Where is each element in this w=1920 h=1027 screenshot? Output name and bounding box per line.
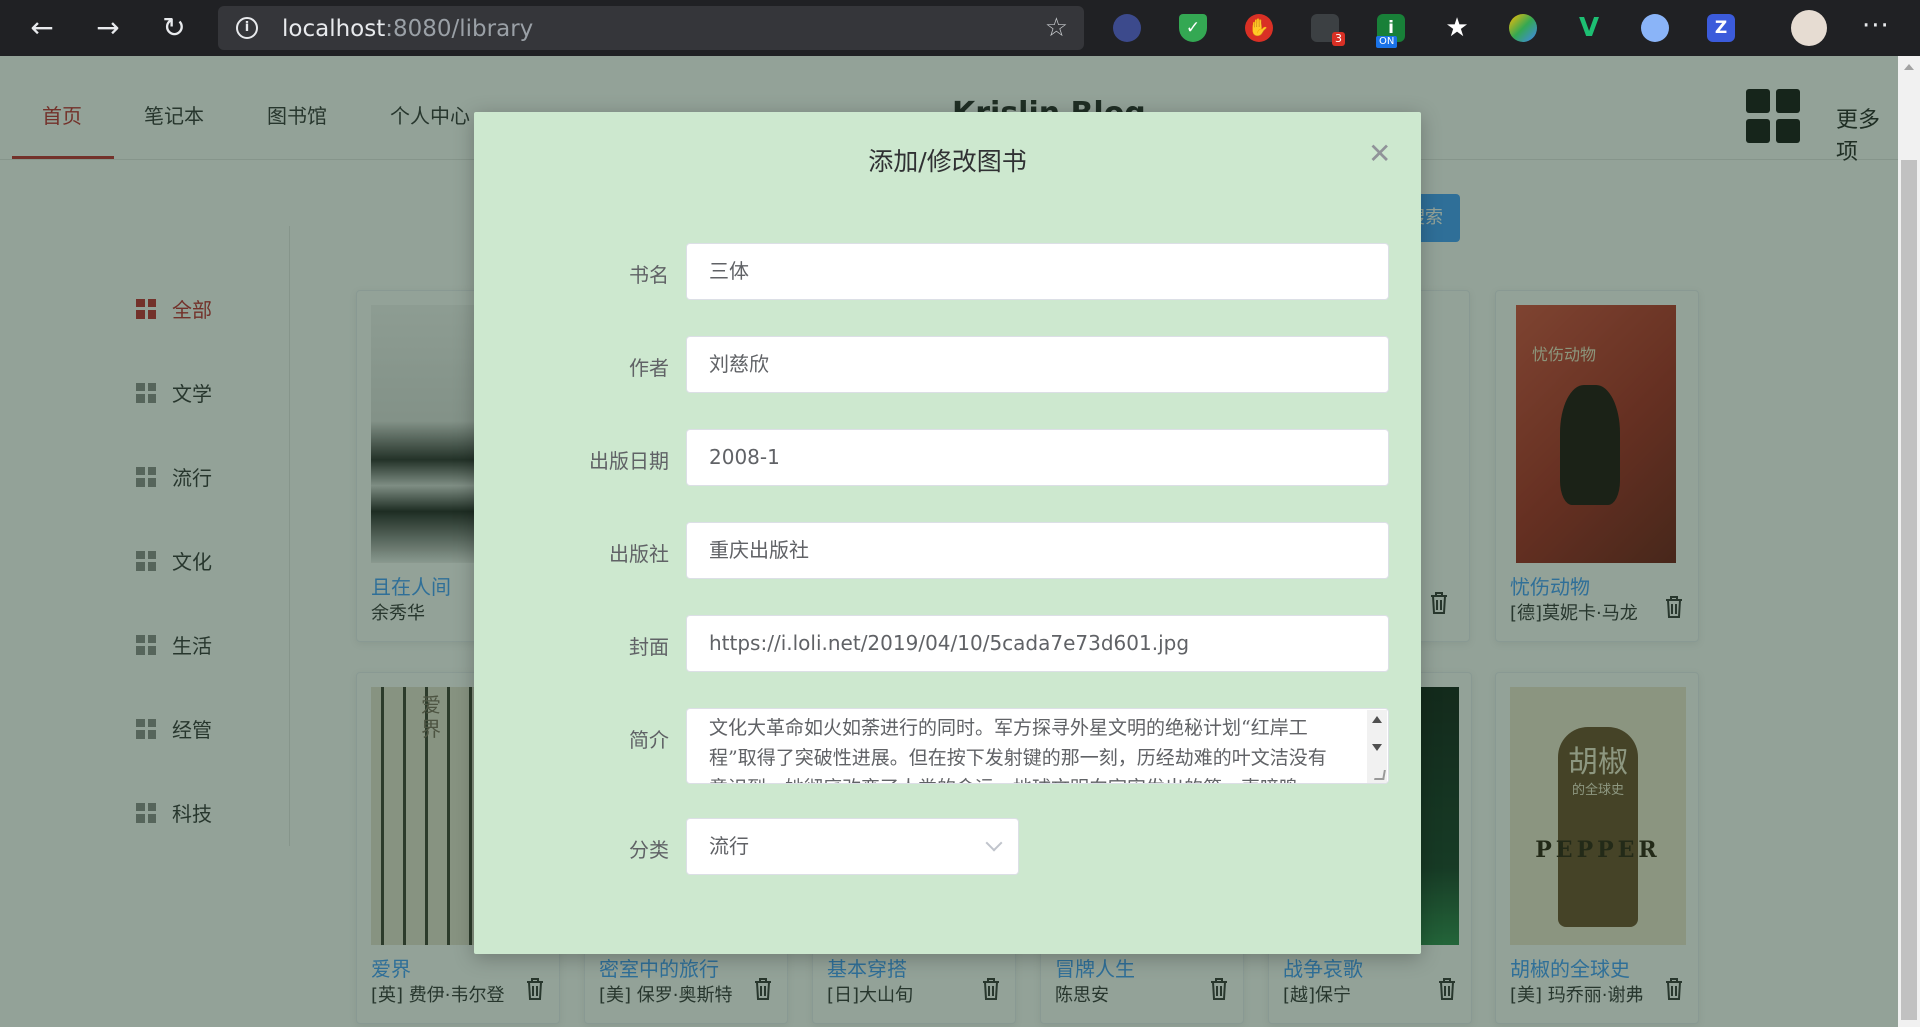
extension-z-icon[interactable]: Z bbox=[1707, 14, 1735, 42]
extension-camera-icon[interactable]: 3 bbox=[1311, 14, 1345, 46]
browser-toolbar: ← → ↻ i localhost:8080/library ☆ ✓ ✋ 3 i… bbox=[0, 0, 1920, 56]
reload-icon[interactable]: ↻ bbox=[158, 12, 190, 44]
form-row-date: 出版日期 2008-1 bbox=[474, 429, 1421, 487]
address-bar[interactable]: i localhost:8080/library ☆ bbox=[218, 6, 1084, 50]
back-icon[interactable]: ← bbox=[26, 12, 58, 44]
scroll-down-arrow[interactable] bbox=[1372, 744, 1382, 751]
dialog-title: 添加/修改图书 bbox=[868, 147, 1027, 176]
page-scrollbar[interactable] bbox=[1898, 56, 1920, 1027]
cover-input[interactable]: https://i.loli.net/2019/04/10/5cada7e73d… bbox=[686, 615, 1389, 672]
name-input[interactable]: 三体 bbox=[686, 243, 1389, 300]
site-info-icon[interactable]: i bbox=[236, 17, 258, 39]
intro-label: 简介 bbox=[629, 728, 669, 752]
form-row-name: 书名 三体 bbox=[474, 243, 1421, 301]
form-row-category: 分类 流行 bbox=[474, 818, 1421, 876]
form-row-publisher: 出版社 重庆出版社 bbox=[474, 522, 1421, 580]
cover-label: 封面 bbox=[629, 635, 669, 659]
category-label: 分类 bbox=[629, 838, 669, 862]
chevron-down-icon bbox=[985, 834, 1003, 852]
close-icon[interactable]: ✕ bbox=[1368, 140, 1391, 168]
extension-ring-icon[interactable] bbox=[1641, 14, 1669, 42]
bookmark-star-icon[interactable]: ☆ bbox=[1045, 14, 1068, 42]
extension-favorite-icon[interactable]: ★ bbox=[1443, 14, 1471, 42]
forward-icon[interactable]: → bbox=[92, 12, 124, 44]
profile-avatar[interactable] bbox=[1791, 10, 1827, 46]
extension-shield-icon[interactable]: ✓ bbox=[1179, 14, 1207, 42]
extension-info-icon[interactable]: i ON bbox=[1376, 14, 1405, 48]
publisher-input[interactable]: 重庆出版社 bbox=[686, 522, 1389, 579]
date-input[interactable]: 2008-1 bbox=[686, 429, 1389, 486]
browser-menu-icon[interactable]: ··· bbox=[1862, 10, 1890, 42]
category-selected-value: 流行 bbox=[709, 834, 749, 858]
intro-textarea[interactable]: 文化大革命如火如荼进行的同时。军方探寻外星文明的绝秘计划“红岸工程”取得了突破性… bbox=[686, 708, 1389, 784]
extension-stop-icon[interactable]: ✋ bbox=[1245, 14, 1273, 42]
resize-handle-icon[interactable] bbox=[1374, 770, 1386, 780]
date-label: 出版日期 bbox=[589, 449, 669, 473]
form-row-author: 作者 刘慈欣 bbox=[474, 336, 1421, 394]
category-select[interactable]: 流行 bbox=[686, 818, 1019, 875]
scroll-up-arrow[interactable] bbox=[1372, 716, 1382, 723]
form-row-intro: 简介 文化大革命如火如荼进行的同时。军方探寻外星文明的绝秘计划“红岸工程”取得了… bbox=[474, 708, 1421, 788]
extension-globe-icon[interactable] bbox=[1509, 14, 1537, 42]
extension-v-icon[interactable]: V bbox=[1575, 14, 1603, 42]
publisher-label: 出版社 bbox=[609, 542, 669, 566]
scroll-up-arrow[interactable] bbox=[1904, 64, 1914, 70]
url-text[interactable]: localhost:8080/library bbox=[282, 17, 533, 41]
scroll-thumb[interactable] bbox=[1901, 160, 1917, 1020]
extension-firefox-icon[interactable] bbox=[1113, 14, 1141, 42]
name-label: 书名 bbox=[629, 263, 669, 287]
author-label: 作者 bbox=[629, 356, 669, 380]
book-edit-dialog: 添加/修改图书 ✕ 书名 三体 作者 刘慈欣 出版日期 2008-1 出版社 重… bbox=[474, 112, 1421, 954]
form-row-cover: 封面 https://i.loli.net/2019/04/10/5cada7e… bbox=[474, 615, 1421, 673]
author-input[interactable]: 刘慈欣 bbox=[686, 336, 1389, 393]
intro-text: 文化大革命如火如荼进行的同时。军方探寻外星文明的绝秘计划“红岸工程”取得了突破性… bbox=[709, 717, 1327, 783]
